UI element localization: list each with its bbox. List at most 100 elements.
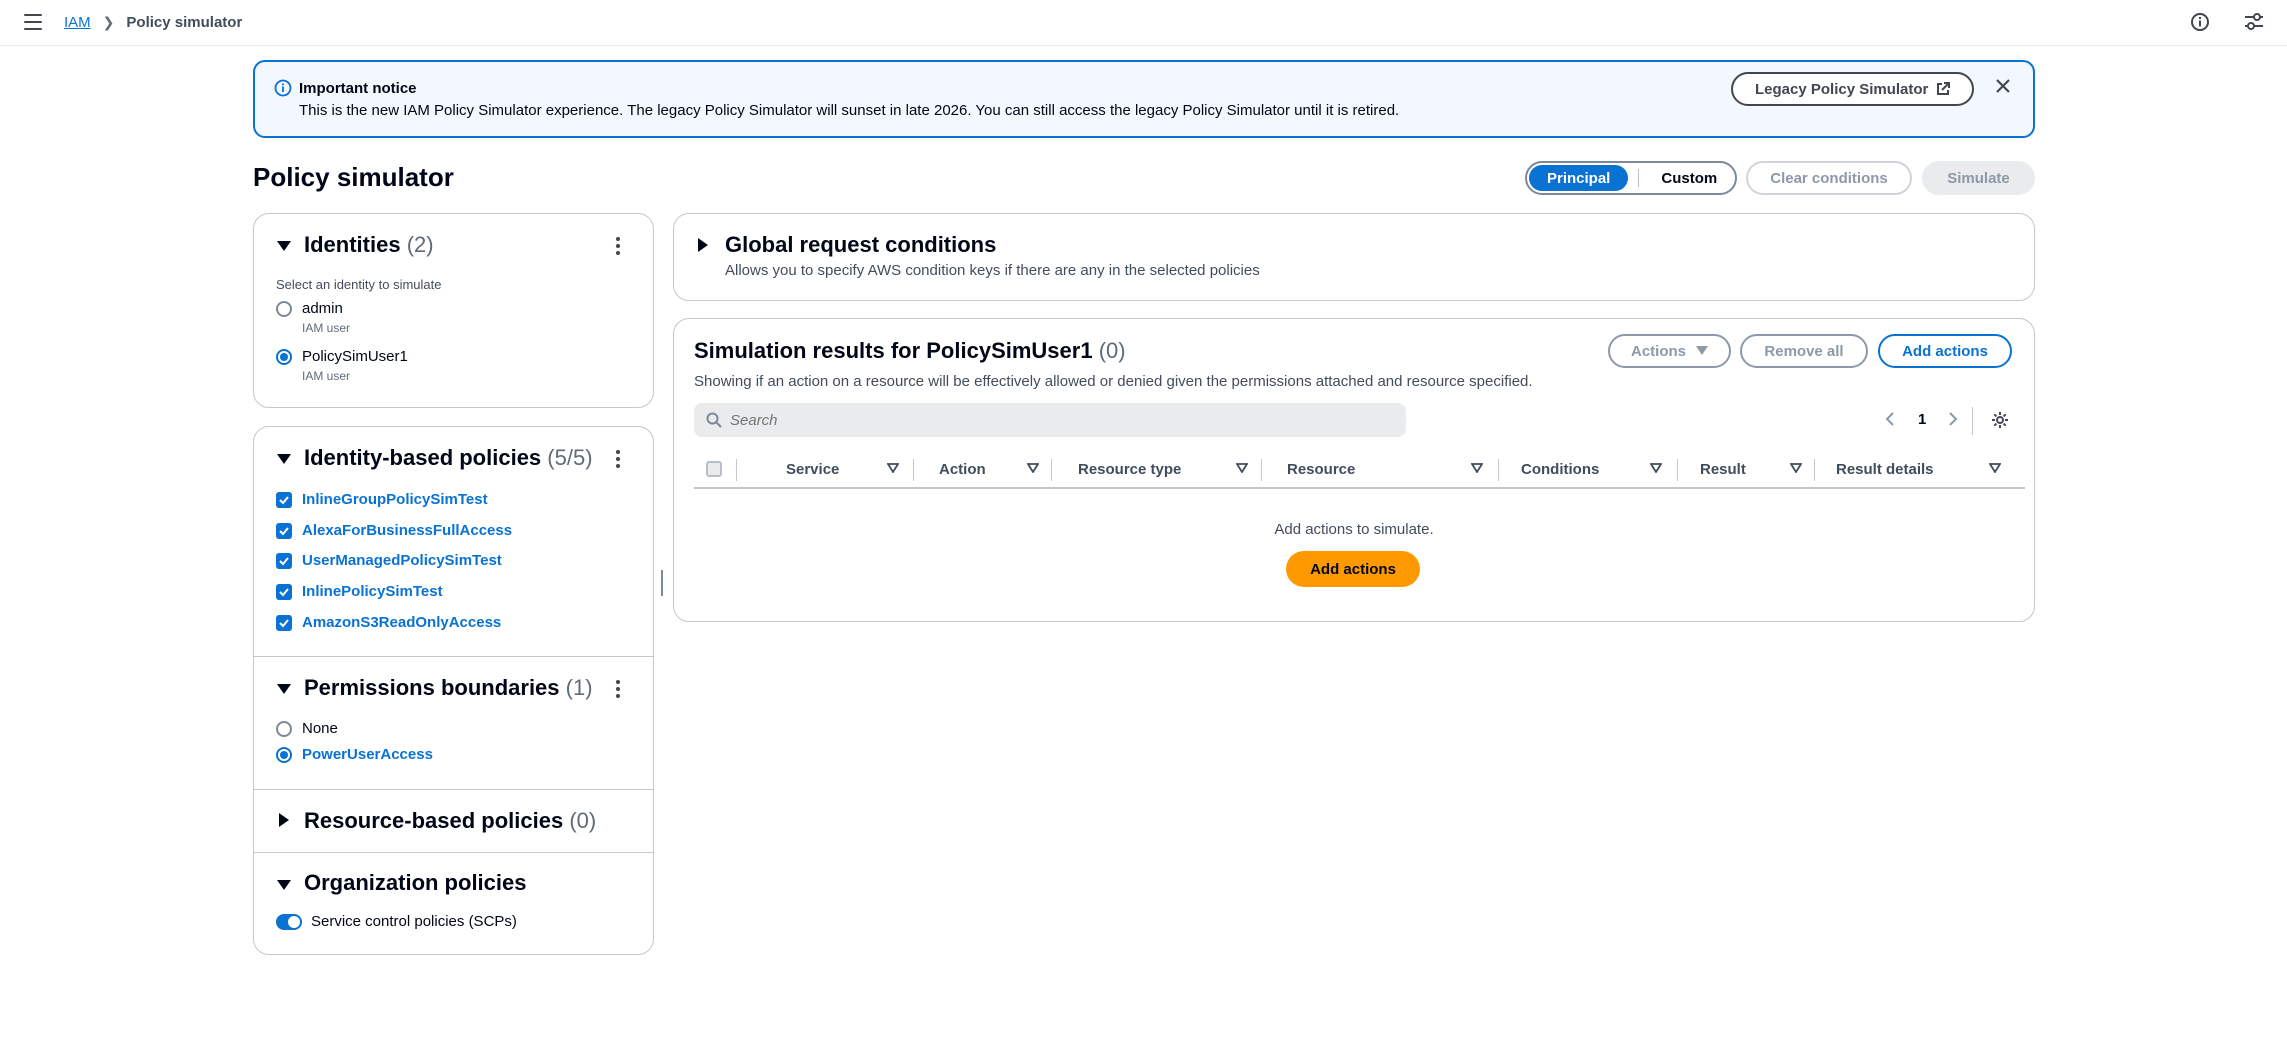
- info-icon[interactable]: [2190, 12, 2212, 34]
- top-bar: IAM ❯ Policy simulator: [0, 0, 2287, 46]
- actions-dropdown-button[interactable]: Actions: [1608, 334, 1731, 368]
- divider: [254, 789, 653, 790]
- remove-all-button[interactable]: Remove all: [1740, 334, 1868, 368]
- permissions-boundaries-title-text: Permissions boundaries: [304, 675, 560, 700]
- identities-title-text: Identities: [304, 232, 401, 257]
- legacy-simulator-button[interactable]: Legacy Policy Simulator: [1731, 72, 1975, 106]
- more-options-icon[interactable]: [615, 680, 621, 698]
- resource-policies-title: Resource-based policies (0): [304, 808, 596, 834]
- expand-caret-icon[interactable]: [279, 813, 289, 827]
- column-divider: [1261, 459, 1262, 481]
- column-action[interactable]: Action: [939, 461, 986, 478]
- caret-down-icon: [1696, 346, 1708, 355]
- filter-icon[interactable]: [1790, 463, 1802, 473]
- add-actions-button[interactable]: Add actions: [1878, 334, 2012, 368]
- panel-resize-handle[interactable]: [661, 570, 663, 596]
- filter-icon[interactable]: [1236, 463, 1248, 473]
- menu-icon[interactable]: [24, 14, 42, 30]
- close-icon[interactable]: [1995, 78, 2011, 99]
- scp-toggle[interactable]: [276, 914, 302, 930]
- collapse-caret-icon[interactable]: [277, 880, 291, 890]
- filter-icon[interactable]: [1471, 463, 1483, 473]
- simulate-button[interactable]: Simulate: [1922, 161, 2035, 195]
- radio-none[interactable]: [276, 721, 292, 737]
- results-title: Simulation results for PolicySimUser1 (0…: [694, 338, 1126, 364]
- column-divider: [913, 459, 914, 481]
- identity-name: PolicySimUser1: [302, 348, 408, 365]
- info-icon: [274, 79, 292, 102]
- results-description: Showing if an action on a resource will …: [694, 373, 1533, 390]
- clear-conditions-button[interactable]: Clear conditions: [1746, 161, 1912, 195]
- identities-prompt: Select an identity to simulate: [276, 277, 442, 292]
- identity-policies-count: (5/5): [547, 445, 593, 470]
- permissions-boundaries-title: Permissions boundaries (1): [304, 675, 593, 701]
- column-result[interactable]: Result: [1700, 461, 1746, 478]
- collapse-caret-icon[interactable]: [277, 241, 291, 251]
- select-all-checkbox[interactable]: [706, 461, 722, 477]
- radio-poweruseraccess[interactable]: [276, 747, 292, 763]
- policy-link[interactable]: InlineGroupPolicySimTest: [302, 491, 488, 508]
- identities-title: Identities (2): [304, 232, 434, 258]
- filter-icon[interactable]: [1650, 463, 1662, 473]
- boundary-policy-link[interactable]: PowerUserAccess: [302, 746, 433, 763]
- empty-state-message: Add actions to simulate.: [1274, 521, 1434, 538]
- chevron-right-icon[interactable]: [1948, 411, 1958, 432]
- identity-policies-title-text: Identity-based policies: [304, 445, 542, 470]
- policy-checkbox[interactable]: [276, 615, 292, 631]
- collapse-caret-icon[interactable]: [277, 684, 291, 694]
- expand-caret-icon[interactable]: [698, 238, 708, 252]
- page-title: Policy simulator: [253, 162, 454, 192]
- column-divider: [1498, 459, 1499, 481]
- column-divider: [1814, 459, 1815, 481]
- chevron-left-icon[interactable]: [1885, 411, 1895, 432]
- identity-policies-title: Identity-based policies (5/5): [304, 445, 593, 471]
- settings-panel-icon[interactable]: [2243, 12, 2265, 34]
- filter-icon[interactable]: [887, 463, 899, 473]
- pager-divider: [1972, 407, 1973, 435]
- identities-panel: Identities (2) Select an identity to sim…: [253, 213, 654, 408]
- column-divider: [736, 459, 737, 481]
- divider: [254, 656, 653, 657]
- org-policies-title: Organization policies: [304, 870, 527, 895]
- column-resource-type[interactable]: Resource type: [1078, 461, 1181, 478]
- notice-body: This is the new IAM Policy Simulator exp…: [299, 102, 1400, 119]
- column-resource[interactable]: Resource: [1287, 461, 1355, 478]
- gear-icon[interactable]: [1991, 411, 2009, 434]
- search-input[interactable]: [730, 411, 1330, 429]
- filter-icon[interactable]: [1989, 463, 2001, 473]
- policy-checkbox[interactable]: [276, 492, 292, 508]
- notice-title: Important notice: [299, 80, 417, 97]
- identity-type: IAM user: [302, 321, 351, 335]
- identity-name: admin: [302, 300, 343, 317]
- page-number[interactable]: 1: [1918, 411, 1926, 428]
- mode-segmented-control: Principal Custom: [1525, 161, 1737, 195]
- column-divider: [1677, 459, 1678, 481]
- policy-link[interactable]: AmazonS3ReadOnlyAccess: [302, 614, 501, 631]
- breadcrumb-iam-link[interactable]: IAM: [64, 14, 91, 31]
- policy-checkbox[interactable]: [276, 553, 292, 569]
- policy-link[interactable]: UserManagedPolicySimTest: [302, 552, 502, 569]
- breadcrumb: IAM ❯ Policy simulator: [64, 14, 242, 31]
- policy-checkbox[interactable]: [276, 584, 292, 600]
- policy-link[interactable]: InlinePolicySimTest: [302, 583, 443, 600]
- more-options-icon[interactable]: [615, 237, 621, 255]
- search-field[interactable]: [694, 403, 1406, 437]
- policy-link[interactable]: AlexaForBusinessFullAccess: [302, 522, 512, 539]
- legacy-simulator-label: Legacy Policy Simulator: [1755, 80, 1929, 98]
- policy-checkbox[interactable]: [276, 523, 292, 539]
- mode-custom[interactable]: Custom: [1647, 170, 1731, 187]
- collapse-caret-icon[interactable]: [277, 454, 291, 464]
- column-conditions[interactable]: Conditions: [1521, 461, 1599, 478]
- permissions-boundaries-count: (1): [565, 675, 593, 700]
- global-conditions-description: Allows you to specify AWS condition keys…: [725, 262, 1260, 279]
- filter-icon[interactable]: [1027, 463, 1039, 473]
- external-link-icon: [1937, 82, 1951, 95]
- mode-principal[interactable]: Principal: [1529, 165, 1629, 191]
- global-conditions-title[interactable]: Global request conditions: [725, 232, 996, 258]
- column-result-details[interactable]: Result details: [1836, 461, 1934, 478]
- more-options-icon[interactable]: [615, 450, 621, 468]
- radio-admin[interactable]: [276, 301, 292, 317]
- column-service[interactable]: Service: [786, 461, 839, 478]
- radio-policysimuser1[interactable]: [276, 349, 292, 365]
- add-actions-primary-button[interactable]: Add actions: [1286, 551, 1420, 587]
